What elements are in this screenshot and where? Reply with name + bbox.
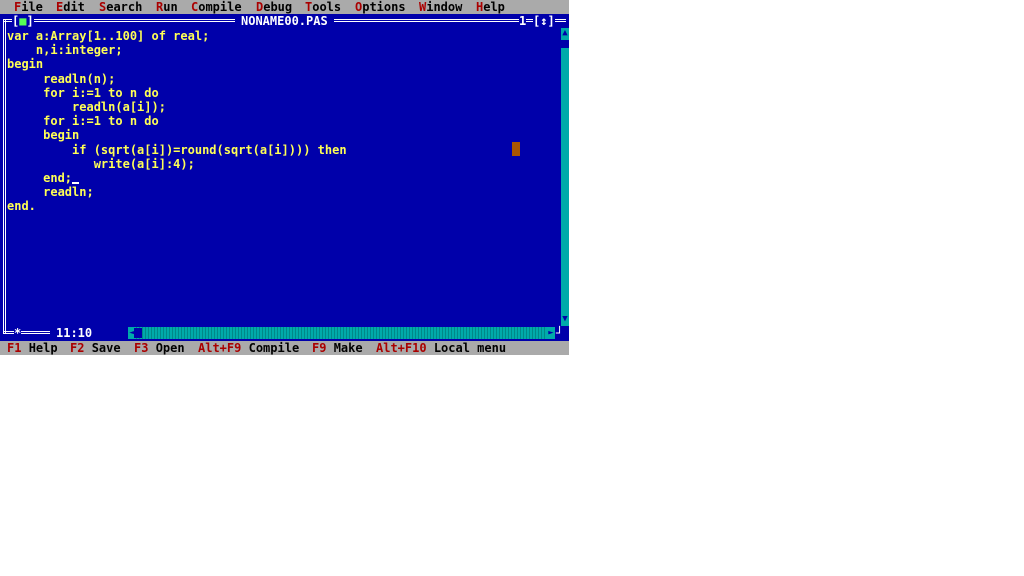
scroll-down-icon[interactable]: ▼ bbox=[561, 314, 569, 324]
code-line: readln; bbox=[7, 185, 94, 200]
zoom-icon: [↕] bbox=[533, 14, 555, 28]
code-line: end. bbox=[7, 199, 36, 214]
status-make[interactable]: F9 Make bbox=[312, 341, 363, 355]
menu-compile[interactable]: Compile bbox=[191, 0, 242, 14]
menu-bar: File Edit Search Run Compile Debug Tools… bbox=[0, 0, 569, 14]
menu-edit[interactable]: Edit bbox=[56, 0, 85, 14]
code-line: for i:=1 to n do bbox=[7, 85, 159, 100]
scroll-right-icon[interactable]: ► bbox=[547, 327, 555, 339]
code-line: n,i:integer; bbox=[7, 43, 123, 58]
code-line: begin bbox=[7, 128, 80, 143]
status-open[interactable]: F3 Open bbox=[134, 341, 185, 355]
vertical-scroll-thumb[interactable] bbox=[561, 40, 569, 48]
modified-indicator: * bbox=[14, 326, 22, 340]
code-line: begin bbox=[7, 57, 44, 72]
close-box[interactable]: [■] bbox=[12, 14, 34, 28]
code-line: for i:=1 to n do bbox=[7, 114, 159, 129]
text-cursor bbox=[72, 182, 80, 185]
horizontal-scroll-thumb[interactable] bbox=[134, 328, 142, 338]
zoom-box[interactable]: [↕] bbox=[533, 14, 555, 28]
window-frame-left bbox=[3, 19, 6, 334]
code-line: var a:Array[1..100] of real; bbox=[7, 29, 210, 43]
code-line: write(a[i]:4); bbox=[7, 156, 195, 171]
status-bar: F1 Help F2 Save F3 Open Alt+F9 Compile F… bbox=[0, 341, 569, 355]
resize-corner-icon[interactable]: ┘ bbox=[556, 326, 563, 340]
menu-help[interactable]: Help bbox=[476, 0, 505, 14]
window-frame-bottom bbox=[3, 331, 53, 334]
code-editor[interactable]: var a:Array[1..100] of real; n,i:integer… bbox=[7, 29, 347, 214]
status-save[interactable]: F2 Save bbox=[70, 341, 121, 355]
turbo-pascal-screen: File Edit Search Run Compile Debug Tools… bbox=[0, 0, 569, 355]
scroll-up-icon[interactable]: ▲ bbox=[561, 28, 569, 38]
horizontal-scrollbar[interactable] bbox=[128, 327, 553, 339]
menu-run[interactable]: Run bbox=[156, 0, 178, 14]
menu-search[interactable]: Search bbox=[99, 0, 142, 14]
code-line: readln(a[i]); bbox=[7, 100, 166, 115]
menu-file[interactable]: File bbox=[14, 0, 43, 14]
code-line: end; bbox=[7, 171, 73, 186]
menu-window[interactable]: Window bbox=[419, 0, 462, 14]
menu-debug[interactable]: Debug bbox=[256, 0, 292, 14]
code-line: if (sqrt(a[i])=round(sqrt(a[i]))) then bbox=[7, 142, 347, 157]
vertical-scrollbar[interactable]: ▲ ▼ bbox=[561, 28, 569, 326]
status-help[interactable]: F1 Help bbox=[7, 341, 58, 355]
mouse-cursor-block bbox=[512, 142, 520, 156]
window-title: NONAME00.PAS bbox=[235, 14, 334, 28]
cursor-position: 11:10 bbox=[50, 326, 99, 340]
status-local-menu[interactable]: Alt+F10 Local menu bbox=[376, 341, 506, 355]
status-compile[interactable]: Alt+F9 Compile bbox=[198, 341, 299, 355]
window-number: 1 bbox=[519, 14, 527, 28]
menu-options[interactable]: Options bbox=[355, 0, 406, 14]
menu-tools[interactable]: Tools bbox=[305, 0, 341, 14]
code-line: readln(n); bbox=[7, 71, 116, 86]
